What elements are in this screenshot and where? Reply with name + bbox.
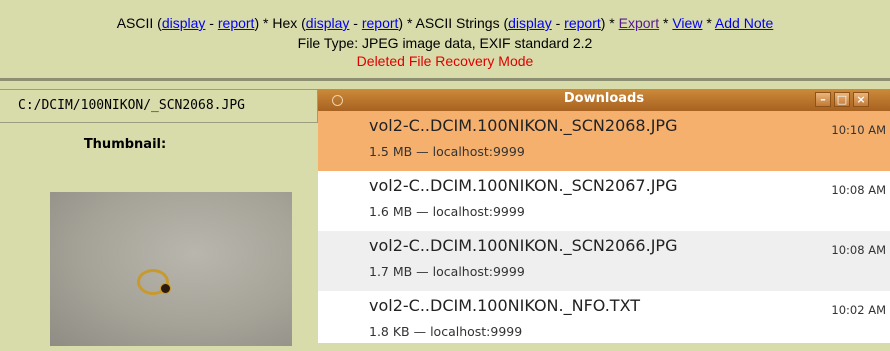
- download-item[interactable]: vol2-C..DCIM.100NIKON._SCN2068.JPG 1.5 M…: [318, 111, 890, 171]
- view-link[interactable]: View: [672, 15, 702, 31]
- file-path: C:/DCIM/100NIKON/_SCN2068.JPG: [0, 89, 318, 123]
- download-time: 10:02 AM: [831, 303, 886, 317]
- strings-display-link[interactable]: display: [508, 15, 552, 31]
- download-filename: vol2-C..DCIM.100NIKON._SCN2066.JPG: [369, 236, 678, 255]
- separator: -: [349, 15, 362, 31]
- download-meta: 1.5 MB — localhost:9999: [369, 144, 525, 159]
- file-panel: C:/DCIM/100NIKON/_SCN2068.JPG Thumbnail:: [0, 81, 318, 346]
- downloads-titlebar[interactable]: Downloads – □ ×: [318, 89, 890, 112]
- hex-report-link[interactable]: report: [362, 15, 399, 31]
- ascii-display-link[interactable]: display: [162, 15, 206, 31]
- thumbnail-background: [50, 192, 292, 346]
- download-time: 10:10 AM: [831, 123, 886, 137]
- download-time: 10:08 AM: [831, 243, 886, 257]
- view-links: ASCII (display - report) * Hex (display …: [0, 15, 890, 31]
- strings-report-link[interactable]: report: [564, 15, 601, 31]
- file-type-text: File Type: JPEG image data, EXIF standar…: [297, 35, 593, 51]
- separator: -: [205, 15, 218, 31]
- ascii-label: ASCII (: [116, 15, 162, 31]
- hex-display-link[interactable]: display: [306, 15, 350, 31]
- download-filename: vol2-C..DCIM.100NIKON._SCN2068.JPG: [369, 116, 678, 135]
- add-note-link[interactable]: Add Note: [715, 15, 773, 31]
- download-filename: vol2-C..DCIM.100NIKON._NFO.TXT: [369, 296, 641, 315]
- close-button[interactable]: ×: [853, 92, 869, 107]
- separator: *: [702, 15, 715, 31]
- thumbnail-image: [50, 192, 292, 346]
- file-header: ASCII (display - report) * Hex (display …: [0, 0, 890, 78]
- ascii-strings-label: ) * ASCII Strings (: [398, 15, 509, 31]
- download-meta: 1.7 MB — localhost:9999: [369, 264, 525, 279]
- download-item[interactable]: vol2-C..DCIM.100NIKON._SCN2066.JPG 1.7 M…: [318, 231, 890, 291]
- window-title: Downloads: [563, 91, 645, 106]
- ring-stone: [160, 283, 171, 294]
- download-meta: 1.8 KB — localhost:9999: [369, 324, 523, 339]
- separator: *: [659, 15, 673, 31]
- recovery-mode-text: Deleted File Recovery Mode: [356, 53, 534, 69]
- download-time: 10:08 AM: [831, 183, 886, 197]
- separator: ) *: [600, 15, 619, 31]
- separator: -: [551, 15, 565, 31]
- ascii-report-link[interactable]: report: [218, 15, 255, 31]
- download-filename: vol2-C..DCIM.100NIKON._SCN2067.JPG: [369, 176, 678, 195]
- download-meta: 1.6 MB — localhost:9999: [369, 204, 525, 219]
- downloads-window: Downloads – □ × vol2-C..DCIM.100NIKON._S…: [318, 89, 890, 343]
- minimize-button[interactable]: –: [815, 92, 831, 107]
- hex-label: ) * Hex (: [254, 15, 306, 31]
- download-item[interactable]: vol2-C..DCIM.100NIKON._SCN2067.JPG 1.6 M…: [318, 171, 890, 231]
- maximize-button[interactable]: □: [834, 92, 850, 107]
- thumbnail-label: Thumbnail:: [83, 137, 167, 152]
- download-item[interactable]: vol2-C..DCIM.100NIKON._NFO.TXT 1.8 KB — …: [318, 291, 890, 351]
- export-link[interactable]: Export: [619, 15, 659, 31]
